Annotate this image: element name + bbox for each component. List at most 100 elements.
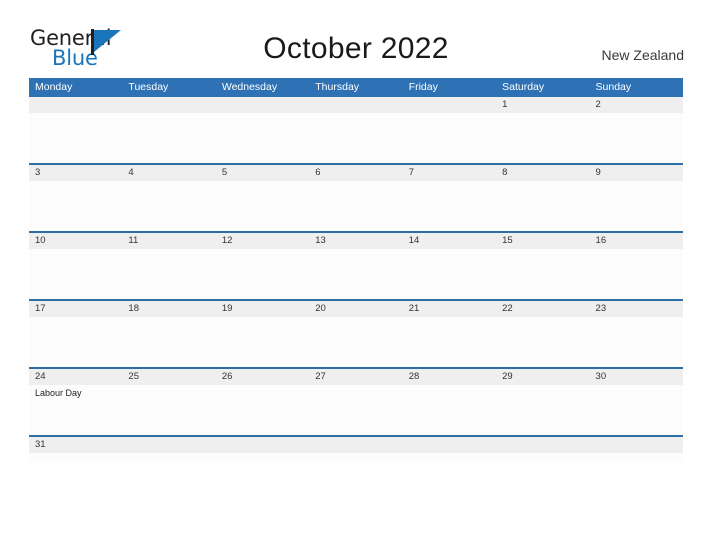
day-cell[interactable]: [403, 453, 496, 461]
day-cell[interactable]: [216, 317, 309, 367]
day-number[interactable]: 30: [590, 369, 683, 385]
day-cell[interactable]: [496, 317, 589, 367]
weekday-header-wednesday: Wednesday: [221, 81, 278, 93]
week-content-strip: [29, 317, 683, 367]
day-number[interactable]: 13: [309, 233, 402, 249]
day-number[interactable]: 3: [29, 165, 122, 181]
day-cell[interactable]: [590, 385, 683, 435]
week-date-strip: 24 25 26 27 28 29 30: [29, 369, 683, 385]
weekday-header-row: Monday Tuesday Wednesday Thursday Friday Satu…: [29, 78, 683, 97]
day-cell[interactable]: [403, 113, 496, 163]
day-number[interactable]: 31: [29, 437, 122, 453]
calendar-week-row: 10 11 12 13 14 15 16: [29, 231, 683, 299]
day-cell[interactable]: [122, 317, 215, 367]
day-cell[interactable]: [122, 181, 215, 231]
day-number[interactable]: 12: [216, 233, 309, 249]
day-cell[interactable]: [496, 453, 589, 461]
week-content-strip: [29, 181, 683, 231]
day-cell[interactable]: [29, 181, 122, 231]
day-number[interactable]: 8: [496, 165, 589, 181]
day-cell[interactable]: [29, 453, 122, 461]
day-number[interactable]: 19: [216, 301, 309, 317]
day-cell[interactable]: [216, 113, 309, 163]
day-cell[interactable]: [122, 113, 215, 163]
day-number-empty: [590, 437, 683, 453]
week-date-strip: 31: [29, 437, 683, 453]
day-cell[interactable]: Labour Day: [29, 385, 122, 435]
day-cell[interactable]: [122, 385, 215, 435]
day-cell[interactable]: [403, 385, 496, 435]
day-cell[interactable]: [496, 113, 589, 163]
day-number[interactable]: 24: [29, 369, 122, 385]
day-number[interactable]: 11: [122, 233, 215, 249]
day-cell[interactable]: [309, 453, 402, 461]
day-number[interactable]: 10: [29, 233, 122, 249]
page-header: General Blue October 2022 New Zealand: [0, 0, 712, 78]
day-number[interactable]: 20: [309, 301, 402, 317]
day-number[interactable]: 4: [122, 165, 215, 181]
day-number[interactable]: 1: [496, 97, 589, 113]
day-number-empty: [216, 437, 309, 453]
day-cell[interactable]: [29, 317, 122, 367]
weekday-header-saturday: Saturday: [502, 81, 545, 93]
day-cell[interactable]: [309, 181, 402, 231]
day-cell[interactable]: [590, 249, 683, 299]
day-number[interactable]: 14: [403, 233, 496, 249]
day-cell[interactable]: [216, 249, 309, 299]
week-content-strip: Labour Day: [29, 385, 683, 435]
day-cell[interactable]: [496, 181, 589, 231]
day-number[interactable]: 25: [122, 369, 215, 385]
week-content-strip: [29, 453, 683, 461]
day-cell[interactable]: [29, 249, 122, 299]
day-number[interactable]: 27: [309, 369, 402, 385]
day-cell[interactable]: [496, 385, 589, 435]
calendar-grid: Monday Tuesday Wednesday Thursday Friday Satu…: [29, 78, 683, 461]
day-cell[interactable]: [590, 181, 683, 231]
day-cell[interactable]: [122, 453, 215, 461]
day-cell[interactable]: [590, 113, 683, 163]
calendar-week-row: 3456789: [29, 163, 683, 231]
day-number[interactable]: 18: [122, 301, 215, 317]
day-number[interactable]: 17: [29, 301, 122, 317]
day-number[interactable]: 9: [590, 165, 683, 181]
day-cell[interactable]: [216, 181, 309, 231]
day-number[interactable]: 7: [403, 165, 496, 181]
day-cell[interactable]: [216, 453, 309, 461]
day-number-empty: [122, 437, 215, 453]
day-cell[interactable]: [216, 385, 309, 435]
weekday-header-monday: Monday: [35, 81, 73, 93]
day-number[interactable]: 22: [496, 301, 589, 317]
day-number[interactable]: 15: [496, 233, 589, 249]
day-number[interactable]: 28: [403, 369, 496, 385]
day-cell[interactable]: [590, 317, 683, 367]
day-cell[interactable]: [403, 317, 496, 367]
day-cell[interactable]: [309, 385, 402, 435]
day-cell[interactable]: [403, 181, 496, 231]
holiday-event-label: Labour Day: [35, 388, 82, 398]
day-number[interactable]: 2: [590, 97, 683, 113]
day-number-empty: [403, 97, 496, 113]
week-date-strip: 12: [29, 97, 683, 113]
day-cell[interactable]: [309, 113, 402, 163]
day-number[interactable]: 16: [590, 233, 683, 249]
day-number[interactable]: 26: [216, 369, 309, 385]
day-number[interactable]: 23: [590, 301, 683, 317]
week-date-strip: 3456789: [29, 165, 683, 181]
day-number[interactable]: 6: [309, 165, 402, 181]
calendar-week-row: 24 25 26 27 28 29 30 Labour Day: [29, 367, 683, 435]
day-cell[interactable]: [590, 453, 683, 461]
day-number-empty: [309, 97, 402, 113]
day-cell[interactable]: [29, 113, 122, 163]
day-number[interactable]: 29: [496, 369, 589, 385]
day-cell[interactable]: [122, 249, 215, 299]
day-cell[interactable]: [309, 249, 402, 299]
day-cell[interactable]: [403, 249, 496, 299]
calendar-week-row: 31: [29, 435, 683, 461]
day-cell[interactable]: [309, 317, 402, 367]
day-cell[interactable]: [496, 249, 589, 299]
day-number-empty: [122, 97, 215, 113]
week-date-strip: 10 11 12 13 14 15 16: [29, 233, 683, 249]
day-number[interactable]: 5: [216, 165, 309, 181]
calendar-page: General Blue October 2022 New Zealand Mo…: [0, 0, 712, 550]
day-number[interactable]: 21: [403, 301, 496, 317]
